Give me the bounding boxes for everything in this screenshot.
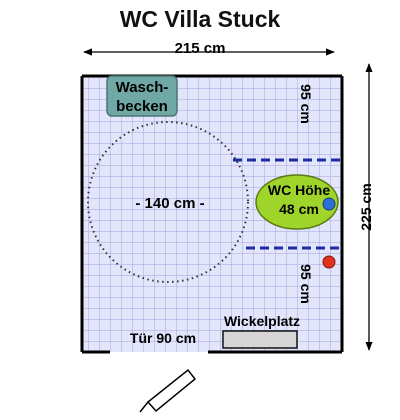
door-label: Tür 90 cm [129,330,197,346]
clearance-top-label: 95 cm [298,84,314,124]
alarm-button-red [322,255,336,269]
toilet-label: WC Höhe 48 cm [258,181,340,219]
toilet-label-line2: 48 cm [279,201,319,217]
changing-table [222,330,298,349]
sink-label: Wasch- becken [108,78,176,116]
width-label: 215 cm [174,40,226,57]
turning-circle-label: - 140 cm - [135,195,205,212]
sink-label-line2: becken [116,98,168,115]
toilet-label-line1: WC Höhe [267,182,331,198]
clearance-bottom-label: 95 cm [298,264,314,304]
changing-table-label: Wickelplatz [223,313,301,329]
sink-label-line1: Wasch- [115,79,169,96]
length-label: 225 cm [358,183,374,231]
door [139,368,197,413]
